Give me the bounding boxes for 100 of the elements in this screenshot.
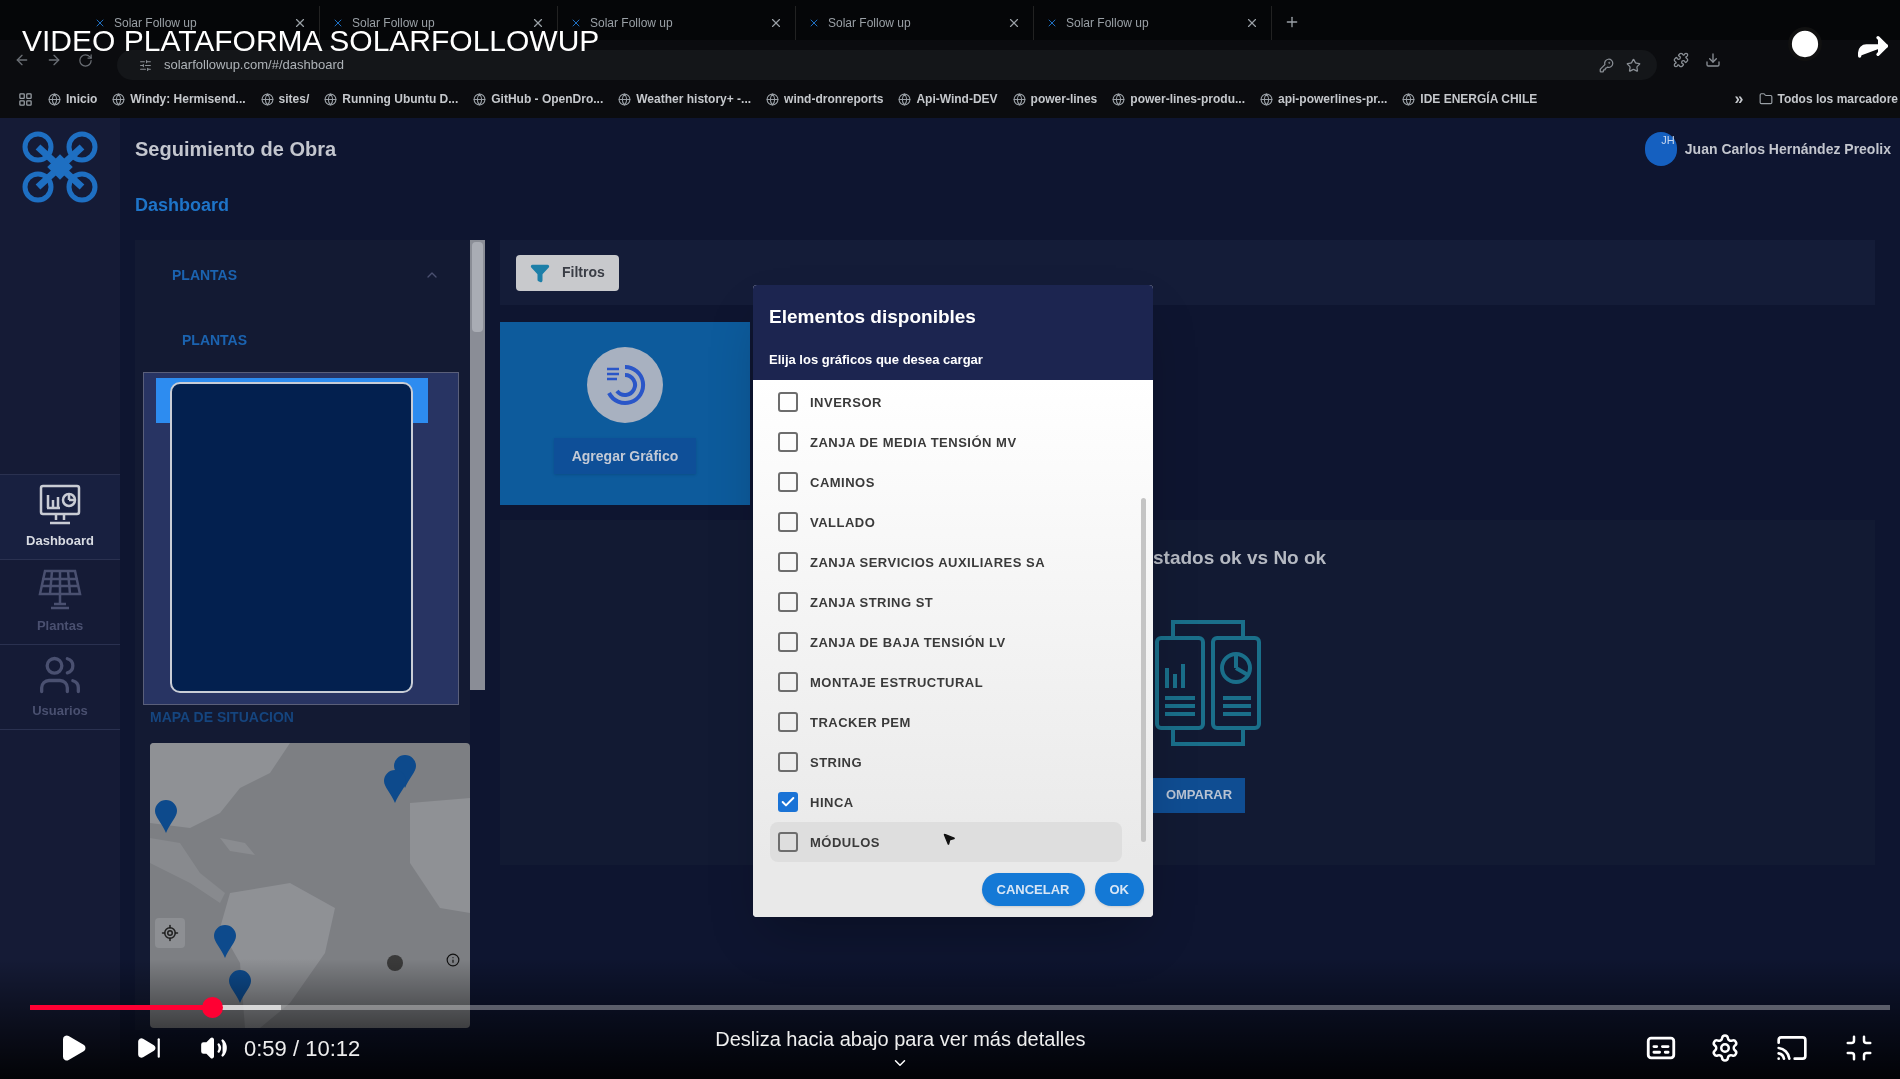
user-name[interactable]: Juan Carlos Hernández Preolix xyxy=(1684,138,1891,160)
scrollbar-thumb[interactable] xyxy=(472,242,483,332)
card-title: stados ok vs No ok xyxy=(1153,546,1328,570)
info-icon[interactable] xyxy=(446,953,460,967)
filters-button[interactable]: Filtros xyxy=(516,254,619,291)
checkbox-row[interactable]: INVERSOR xyxy=(770,382,1122,423)
tab-favicon-icon xyxy=(332,17,344,29)
tab-favicon-icon xyxy=(94,17,106,29)
nav-item[interactable]: Dashboard xyxy=(0,475,120,560)
next-icon[interactable] xyxy=(136,1035,162,1061)
globe-icon xyxy=(618,92,632,106)
bookmark-item[interactable]: Weather history+ -... xyxy=(618,90,752,108)
checkbox[interactable] xyxy=(778,712,798,733)
checkbox-row[interactable]: ZANJA STRING ST xyxy=(770,582,1122,623)
user-avatar[interactable]: JH xyxy=(1644,132,1677,166)
bookmark-item[interactable]: GitHub - OpenDro... xyxy=(473,90,604,108)
address-bar[interactable]: solarfollowup.com/#/dashboard xyxy=(117,50,1657,80)
bookmark-item[interactable]: Api-Wind-DEV xyxy=(898,90,998,108)
new-tab-icon[interactable] xyxy=(1284,14,1300,30)
locate-button[interactable] xyxy=(155,918,185,948)
bookmark-item[interactable]: Windy: Hermisend... xyxy=(112,90,246,108)
all-bookmarks-item[interactable]: Todos los marcadore xyxy=(1758,90,1898,108)
forward-icon[interactable] xyxy=(46,52,62,68)
download-icon[interactable] xyxy=(1705,52,1721,68)
bookmark-item[interactable]: wind-dronreports xyxy=(766,90,884,108)
globe-icon xyxy=(473,92,487,106)
plant-card[interactable] xyxy=(143,372,459,705)
checkbox-row[interactable]: MÓDULOS xyxy=(770,822,1122,863)
checkbox-row[interactable]: HINCA xyxy=(770,782,1122,823)
map-section-title: MAPA DE SITUACION xyxy=(149,708,295,727)
checkbox-row[interactable]: ZANJA DE MEDIA TENSIÓN MV xyxy=(770,422,1122,463)
globe-icon xyxy=(1259,92,1273,106)
back-icon[interactable] xyxy=(14,52,30,68)
close-icon[interactable] xyxy=(531,16,545,30)
globe-icon xyxy=(112,92,126,106)
checkbox-row[interactable]: ZANJA DE BAJA TENSIÓN LV xyxy=(770,622,1122,663)
reports-icon xyxy=(1153,617,1263,748)
bookmark-item[interactable]: api-powerlines-pr... xyxy=(1259,90,1388,108)
close-icon[interactable] xyxy=(769,16,783,30)
settings-icon[interactable] xyxy=(1710,1033,1740,1063)
exit-fullscreen-icon[interactable] xyxy=(1844,1033,1874,1063)
close-icon[interactable] xyxy=(1007,16,1021,30)
add-chart-button[interactable]: Agregar Gráfico xyxy=(553,438,697,474)
globe-icon xyxy=(1112,92,1126,106)
app-header-title: Seguimiento de Obra xyxy=(135,137,337,162)
dialog-button[interactable]: OK xyxy=(1094,873,1144,907)
globe-icon xyxy=(766,92,780,106)
checkbox[interactable] xyxy=(778,752,798,773)
key-icon[interactable] xyxy=(1599,57,1614,73)
reload-icon[interactable] xyxy=(78,52,93,68)
dialog-button[interactable]: CANCELAR xyxy=(981,873,1085,907)
close-icon[interactable] xyxy=(293,16,307,30)
globe-icon xyxy=(1402,92,1416,106)
checkbox[interactable] xyxy=(778,472,798,493)
globe-icon xyxy=(324,92,338,106)
more-bookmarks-button[interactable]: » xyxy=(1734,87,1744,111)
checkbox[interactable] xyxy=(778,512,798,533)
bookmark-item[interactable]: IDE ENERGÍA CHILE xyxy=(1402,90,1538,108)
filter-icon xyxy=(530,262,550,283)
checkbox[interactable] xyxy=(778,392,798,413)
checkbox[interactable] xyxy=(778,832,798,853)
tab-favicon-icon xyxy=(570,17,582,29)
checkbox[interactable] xyxy=(778,632,798,653)
globe-icon xyxy=(1012,92,1026,106)
dialog-title: Elementos disponibles xyxy=(769,305,977,329)
globe-icon xyxy=(48,92,61,106)
tab-favicon-icon xyxy=(1046,17,1058,29)
checkbox-row[interactable]: VALLADO xyxy=(770,502,1122,543)
plants-subheading: PLANTAS xyxy=(181,331,249,350)
bookmark-item[interactable]: sites/ xyxy=(260,90,310,108)
compare-button[interactable]: OMPARAR xyxy=(1153,777,1245,813)
checkbox-row[interactable]: MONTAJE ESTRUCTURAL xyxy=(770,662,1122,703)
apps-icon[interactable] xyxy=(18,91,33,107)
checkbox-row[interactable]: CAMINOS xyxy=(770,462,1122,503)
checkbox[interactable] xyxy=(778,432,798,453)
checkbox[interactable] xyxy=(778,792,798,813)
globe-icon xyxy=(898,92,912,106)
checkbox-row[interactable]: ZANJA SERVICIOS AUXILIARES SA xyxy=(770,542,1122,583)
scrollbar-thumb[interactable] xyxy=(1141,498,1146,843)
checkbox[interactable] xyxy=(778,592,798,613)
bookmark-item[interactable]: Inicio xyxy=(48,90,98,108)
extensions-icon[interactable] xyxy=(1673,52,1689,68)
globe-icon xyxy=(260,92,274,106)
dialog-subtitle: Elija los gráficos que desea cargar xyxy=(769,350,984,369)
drone-logo-icon xyxy=(20,130,100,204)
checkbox[interactable] xyxy=(778,552,798,573)
page-title: Dashboard xyxy=(135,194,231,217)
checkbox[interactable] xyxy=(778,672,798,693)
bookmark-star-icon[interactable] xyxy=(1626,57,1641,73)
checkbox-row[interactable]: TRACKER PEM xyxy=(770,702,1122,743)
checkbox-row[interactable]: STRING xyxy=(770,742,1122,783)
tab-favicon-icon xyxy=(808,17,820,29)
url-text: solarfollowup.com/#/dashboard xyxy=(164,56,344,75)
locate-icon xyxy=(161,924,179,942)
close-icon[interactable] xyxy=(1245,16,1259,30)
bookmark-item[interactable]: power-lines-produ... xyxy=(1112,90,1245,108)
site-settings-icon[interactable] xyxy=(139,58,152,72)
bookmark-item[interactable]: Running Ubuntu D... xyxy=(324,90,459,108)
mouse-cursor-icon xyxy=(941,832,956,847)
bookmark-item[interactable]: power-lines xyxy=(1012,90,1098,108)
